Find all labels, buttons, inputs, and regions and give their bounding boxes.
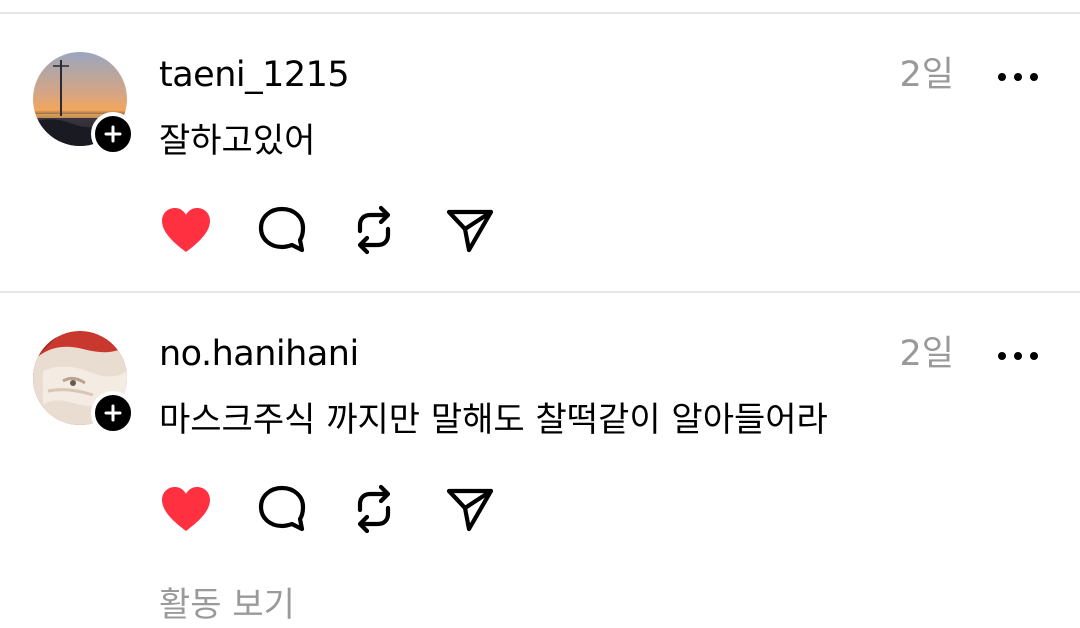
post-item: no.hanihani 2일 마스크주식 까지만 말해도 찰떡같이 알아들어라 — [0, 293, 1080, 563]
like-button[interactable] — [158, 200, 214, 260]
send-icon — [446, 488, 494, 532]
repost-button[interactable] — [346, 200, 402, 260]
post-timestamp: 2일 — [899, 334, 954, 374]
avatar-button[interactable] — [33, 52, 135, 156]
heart-icon — [162, 487, 210, 531]
plus-icon — [104, 404, 122, 422]
more-dots-icon — [998, 352, 1038, 360]
view-activity-link[interactable]: 활동 보기 — [159, 582, 295, 628]
send-icon — [446, 209, 494, 253]
repost-icon — [357, 484, 391, 534]
more-options-button[interactable] — [996, 62, 1040, 92]
avatar-button[interactable] — [33, 331, 135, 435]
comment-button[interactable] — [254, 200, 310, 260]
comment-button[interactable] — [254, 479, 310, 539]
comment-bubble-icon — [258, 206, 306, 253]
more-options-button[interactable] — [996, 341, 1040, 371]
plus-icon — [104, 125, 122, 143]
comment-bubble-icon — [258, 485, 306, 532]
repost-icon — [357, 205, 391, 255]
post-timestamp: 2일 — [899, 55, 954, 95]
follow-button[interactable] — [91, 391, 135, 435]
share-button[interactable] — [442, 479, 498, 539]
post-content: 잘하고있어 — [159, 121, 316, 161]
follow-button[interactable] — [91, 112, 135, 156]
like-button[interactable] — [158, 479, 214, 539]
post-username[interactable]: no.hanihani — [159, 331, 359, 377]
share-button[interactable] — [442, 200, 498, 260]
post-username[interactable]: taeni_1215 — [159, 52, 350, 98]
repost-button[interactable] — [346, 479, 402, 539]
heart-icon — [162, 208, 210, 252]
post-content: 마스크주식 까지만 말해도 찰떡같이 알아들어라 — [159, 400, 828, 440]
post-item: taeni_1215 2일 잘하고있어 — [0, 14, 1080, 284]
more-dots-icon — [998, 73, 1038, 81]
